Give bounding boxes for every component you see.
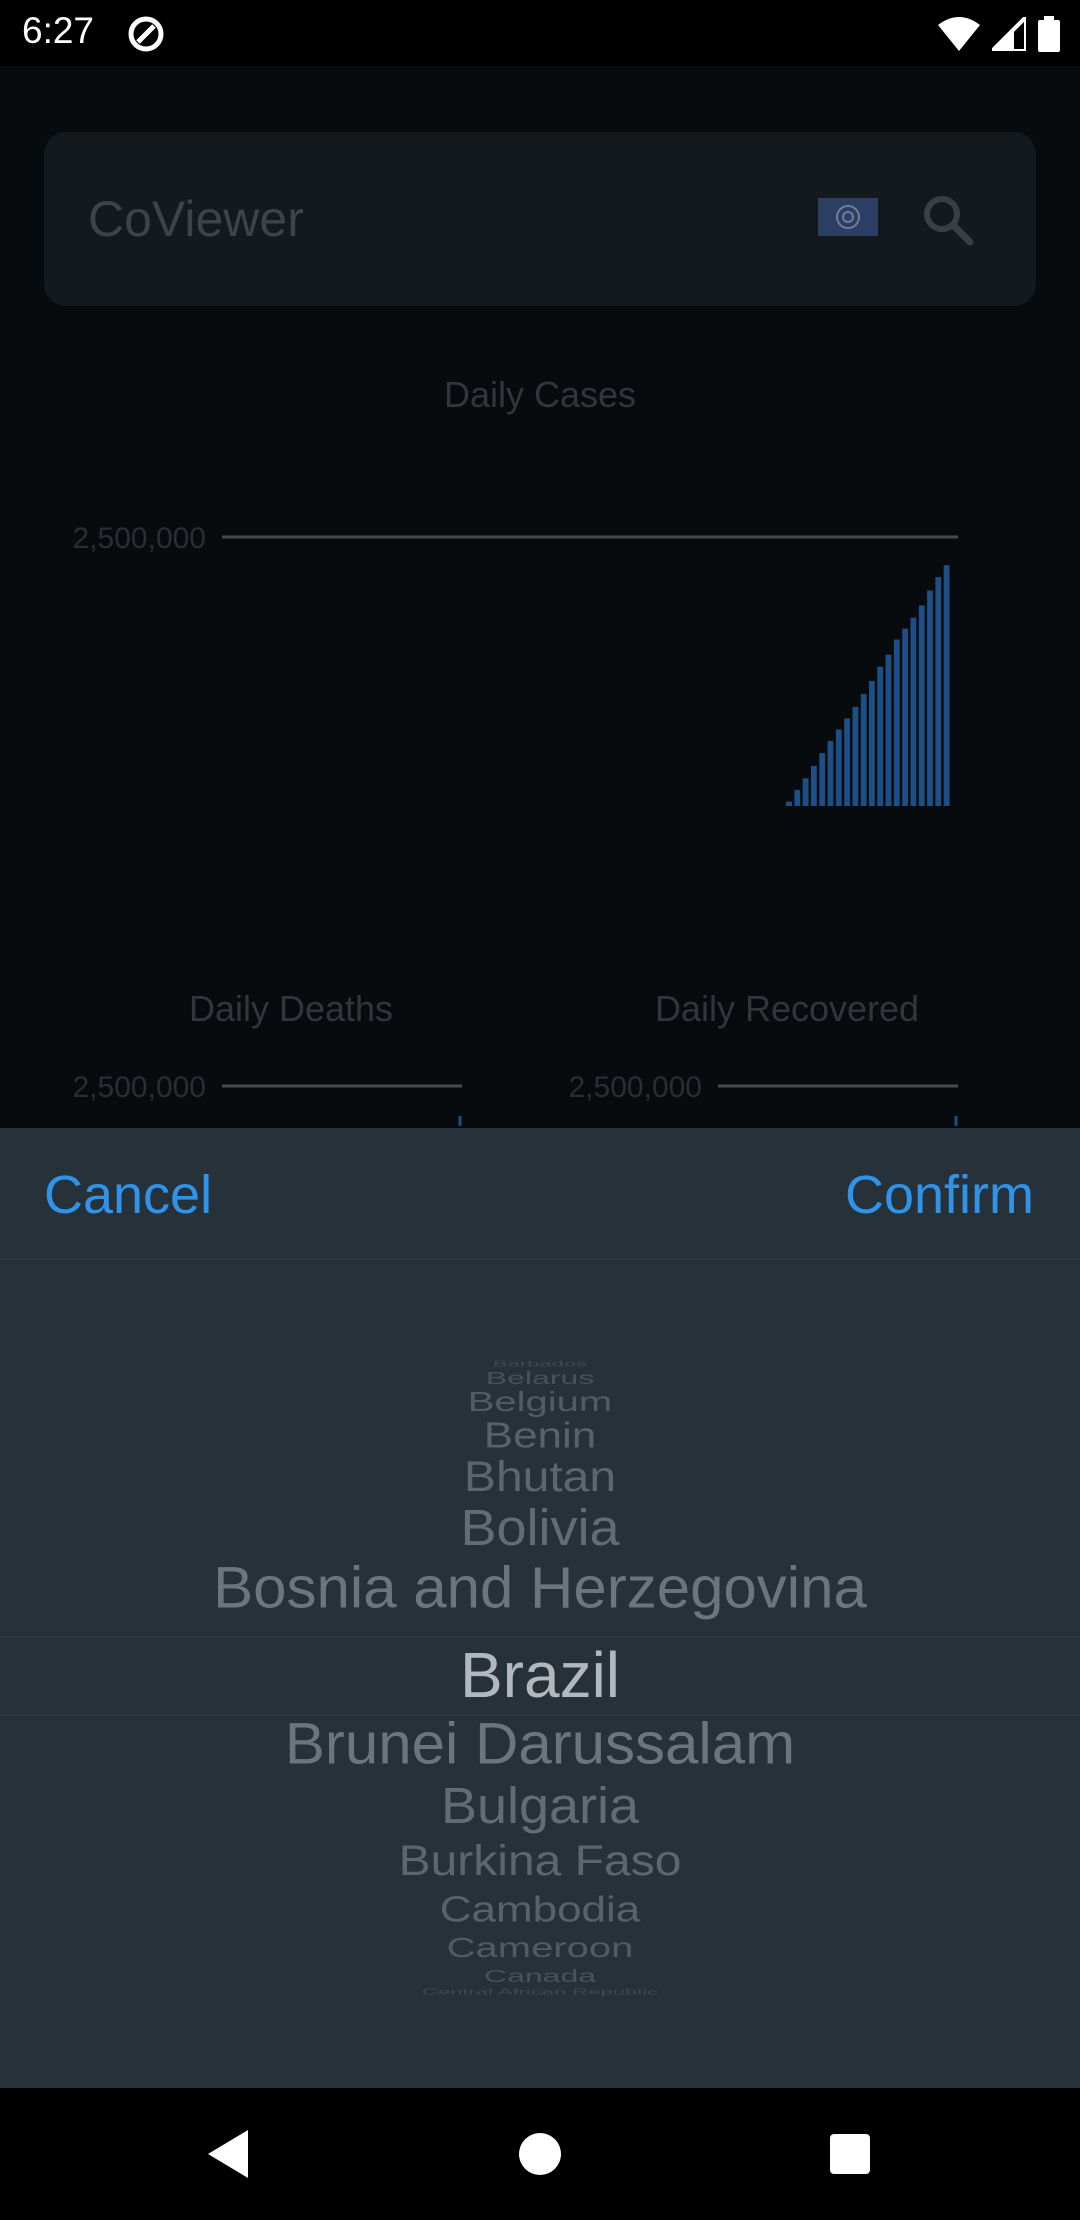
status-time: 6:27 — [22, 10, 95, 51]
picker-item[interactable]: Cameroon — [0, 1934, 1080, 1962]
cases-bar — [869, 680, 875, 806]
cases-bar — [927, 590, 933, 806]
daily-cases-chart: 2,500,0000Feb 2020MarApr — [73, 522, 958, 806]
back-icon[interactable] — [200, 2124, 260, 2184]
picker-item[interactable]: Bolivia — [0, 1502, 1080, 1553]
status-bar: 6:27 — [0, 0, 1080, 66]
navigation-bar — [0, 2088, 1080, 2220]
picker-item[interactable]: Brunei Darussalam — [0, 1714, 1080, 1774]
picker-item[interactable]: Burkina Faso — [0, 1840, 1080, 1883]
country-wheel[interactable]: Barbados Belarus Belgium Benin Bhutan Bolivia… — [0, 1128, 1080, 2088]
home-icon[interactable] — [510, 2124, 570, 2184]
country-picker-sheet: Cancel Confirm Barbados Belarus Belgium Ben… — [0, 1128, 1080, 2088]
cases-bar — [860, 694, 867, 806]
cases-bar — [844, 718, 850, 806]
app-screen: CoViewer Daily Cases 2,500,0000Feb 2020M… — [0, 66, 1080, 1128]
cases-bar — [835, 729, 842, 806]
picker-item-selected[interactable]: Brazil — [0, 1643, 1080, 1707]
status-icons — [938, 14, 1060, 54]
picker-item[interactable]: Bosnia and Herzegovina — [0, 1558, 1080, 1618]
cases-bar — [902, 628, 908, 806]
united-nations-flag-icon[interactable] — [818, 198, 878, 236]
picker-item[interactable]: Belarus — [0, 1369, 1080, 1387]
app-title: CoViewer — [88, 191, 304, 247]
cases-bar — [802, 778, 809, 806]
y-tick-label: 2,500,000 — [569, 1071, 702, 1104]
daily-recovered-title: Daily Recovered — [654, 988, 920, 1029]
cases-bar — [794, 789, 801, 806]
search-bar[interactable]: CoViewer — [44, 132, 1036, 306]
cell-signal-icon — [992, 17, 1026, 51]
picker-item[interactable]: Bhutan — [0, 1456, 1080, 1499]
cases-bar — [786, 801, 792, 806]
y-tick-label: 2,500,000 — [73, 522, 206, 555]
picker-item[interactable]: Central African Republic — [0, 1988, 1080, 1996]
app-notification-icon — [128, 16, 164, 52]
picker-item[interactable]: Benin — [0, 1418, 1080, 1454]
cases-bar — [811, 765, 817, 806]
cases-bar — [827, 740, 834, 806]
cases-bar — [935, 577, 942, 806]
cases-bar — [885, 654, 892, 806]
small-charts: 2,500,000 2,500,000 — [73, 1071, 958, 1126]
daily-deaths-title: Daily Deaths — [188, 988, 394, 1029]
cases-bar — [852, 706, 859, 806]
y-tick-label: 2,500,000 — [73, 1071, 206, 1104]
cases-bar — [877, 666, 884, 806]
cases-bar — [893, 639, 900, 806]
cases-bar — [910, 617, 917, 806]
cases-bar — [819, 753, 826, 806]
recents-icon[interactable] — [820, 2124, 880, 2184]
search-icon[interactable] — [920, 192, 976, 248]
picker-item[interactable]: Barbados — [0, 1360, 1080, 1368]
picker-item[interactable]: Belgium — [0, 1388, 1080, 1416]
picker-item[interactable]: Bulgaria — [0, 1780, 1080, 1831]
battery-icon — [1038, 16, 1060, 52]
cases-bar — [943, 565, 950, 806]
wifi-icon — [938, 17, 980, 51]
picker-item[interactable]: Cambodia — [0, 1892, 1080, 1928]
daily-cases-title: Daily Cases — [443, 374, 637, 415]
cases-bar — [918, 605, 925, 806]
picker-item[interactable]: Canada — [0, 1967, 1080, 1985]
